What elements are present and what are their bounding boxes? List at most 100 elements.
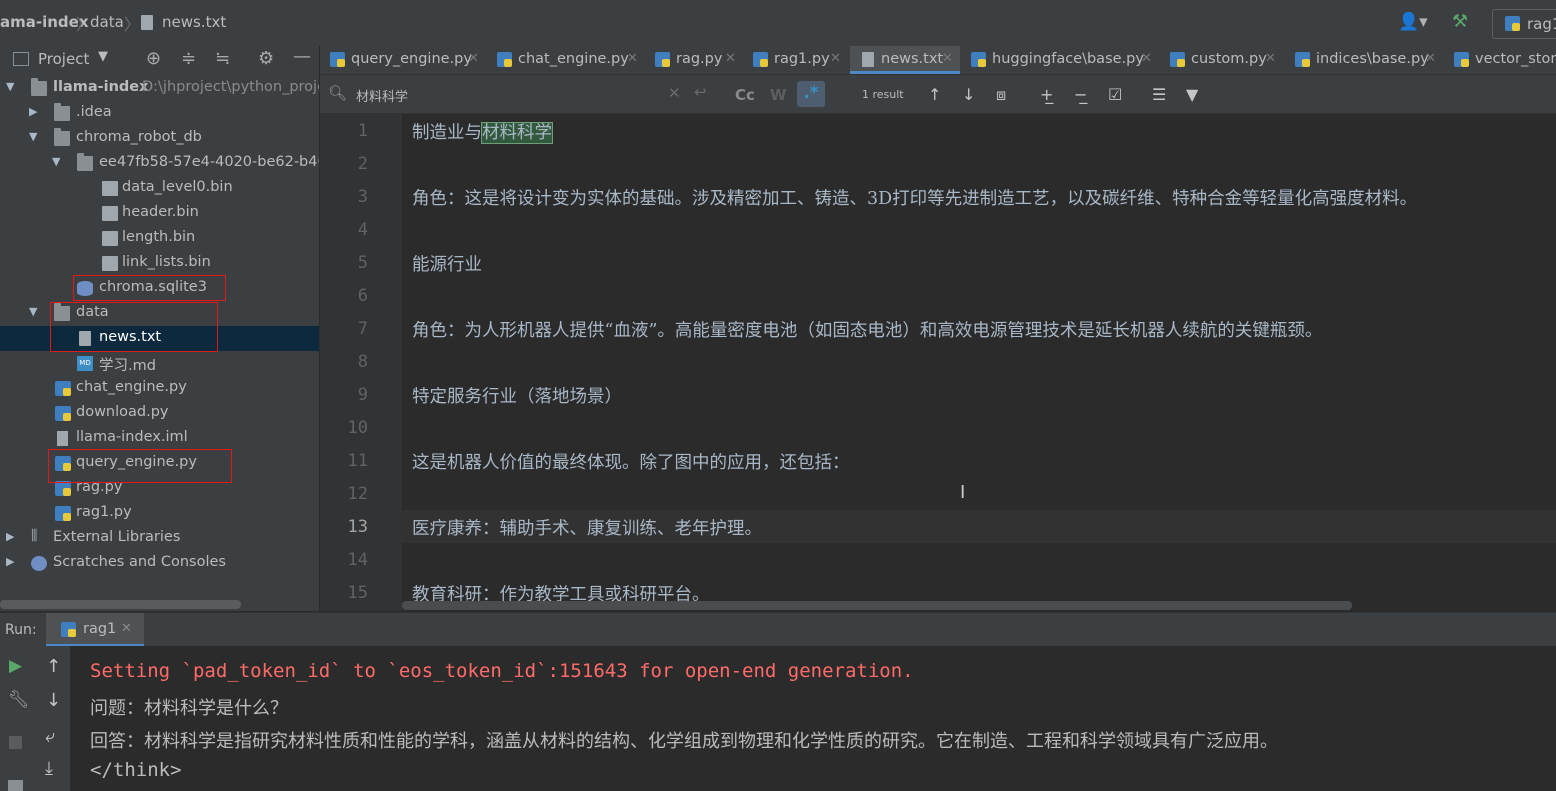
filter-options-icon[interactable]: ☰ [1152, 85, 1166, 104]
tree-item-rag1-py[interactable]: rag1.py [0, 501, 319, 526]
tab-label: custom.py [1191, 51, 1267, 67]
line-number: 15 [347, 583, 368, 603]
clear-search-icon[interactable]: ✕ [668, 84, 681, 102]
remove-occurrence-icon[interactable]: −̲ [1074, 85, 1087, 104]
tree-item-label: data_level0.bin [122, 179, 233, 195]
tab-vector-store[interactable]: vector_store [1444, 46, 1556, 74]
close-icon[interactable]: ✕ [830, 51, 841, 66]
chevron-right-icon[interactable]: ▶ [29, 105, 37, 118]
expand-all-icon[interactable]: ≑ [181, 48, 196, 69]
tab-rag1-py[interactable]: rag1.py ✕ [743, 46, 847, 74]
project-horizontal-scrollbar[interactable] [0, 600, 241, 609]
add-occurrence-icon[interactable]: +̲ [1040, 85, 1053, 104]
tree-item-data-level0-bin[interactable]: data_level0.bin [0, 176, 319, 201]
close-icon[interactable]: ✕ [468, 51, 479, 66]
tab-custom-py[interactable]: custom.py ✕ [1160, 46, 1280, 74]
next-occurrence-icon[interactable]: ↓ [962, 85, 975, 104]
scroll-down-icon[interactable]: ↓ [46, 690, 61, 711]
locate-target-icon[interactable]: ⊕ [146, 48, 161, 69]
hide-panel-icon[interactable]: — [293, 46, 311, 67]
tree-item-download-py[interactable]: download.py [0, 401, 319, 426]
python-icon [971, 52, 986, 67]
tree-item-link-lists-bin[interactable]: link_lists.bin [0, 251, 319, 276]
breadcrumb-folder[interactable]: data [90, 13, 124, 31]
close-icon[interactable]: ✕ [942, 51, 953, 66]
close-icon[interactable]: ✕ [627, 51, 638, 66]
rerun-icon[interactable]: ▶ [9, 656, 22, 676]
tab-huggingface-base-py[interactable]: huggingface\base.py ✕ [961, 46, 1156, 74]
close-icon[interactable]: ✕ [1265, 51, 1276, 66]
soft-wrap-icon[interactable]: ⤶ [45, 726, 55, 747]
chevron-down-icon[interactable]: ▼ [29, 305, 37, 318]
line-number: 13 [347, 517, 368, 537]
close-icon[interactable]: ✕ [725, 51, 736, 66]
tab-chat-engine-py[interactable]: chat_engine.py ✕ [487, 46, 643, 74]
editor-horizontal-scrollbar[interactable] [402, 601, 1352, 610]
wrench-icon[interactable]: 🔧︎ [8, 690, 30, 710]
chevron-right-icon[interactable]: ▶ [6, 530, 14, 543]
python-icon [1170, 52, 1185, 67]
close-icon[interactable]: ✕ [121, 621, 132, 636]
tree-item-header-bin[interactable]: header.bin [0, 201, 319, 226]
tree-item-scratches[interactable]: ▶ Scratches and Consoles [0, 551, 319, 576]
run-tab-rag1[interactable]: rag1 ✕ [46, 613, 144, 647]
filter-icon[interactable]: ▼ [1186, 85, 1198, 104]
tree-item-label: link_lists.bin [122, 254, 211, 270]
tree-item-external-libraries[interactable]: ▶ ⫼ External Libraries [0, 526, 319, 551]
select-all-matches-icon[interactable]: ☑ [1108, 85, 1122, 104]
tree-item-chroma-robot-db[interactable]: ▼ chroma_robot_db [0, 126, 319, 151]
account-icon[interactable]: 👤▾ [1398, 12, 1428, 32]
folder-icon [54, 128, 70, 146]
unknown-file-icon [102, 206, 118, 221]
layout-icon[interactable] [8, 780, 23, 791]
scroll-up-icon[interactable]: ↑ [46, 656, 61, 677]
tab-news-txt[interactable]: news.txt ✕ [850, 46, 960, 74]
tree-item-length-bin[interactable]: length.bin [0, 226, 319, 251]
scroll-to-end-icon[interactable]: ⤓ [45, 758, 53, 779]
close-icon[interactable]: ✕ [1425, 51, 1436, 66]
tree-item-study-md[interactable]: MD 学习.md [0, 351, 319, 376]
tree-item-chat-engine-py[interactable]: chat_engine.py [0, 376, 319, 401]
tab-label: news.txt [881, 51, 944, 67]
module-file-icon [57, 431, 68, 446]
python-icon [1505, 16, 1520, 31]
new-line-icon[interactable]: ↩ [694, 83, 707, 101]
run-console-output[interactable]: Setting `pad_token_id` to `eos_token_id`… [70, 646, 1556, 791]
console-line: Setting `pad_token_id` to `eos_token_id`… [90, 660, 914, 682]
gear-icon[interactable]: ⚙ [258, 48, 274, 69]
chevron-down-icon[interactable]: ▼ [6, 80, 14, 93]
unknown-file-icon [102, 256, 118, 271]
python-icon [61, 622, 76, 637]
project-panel-title[interactable]: Project [38, 50, 89, 68]
tree-item-llama-index[interactable]: ▼ llama-index D:\jhproject\python_proje [0, 76, 319, 101]
close-icon[interactable]: ✕ [1141, 51, 1152, 66]
chevron-down-icon[interactable]: ▼ [29, 130, 37, 143]
tab-rag-py[interactable]: rag.py ✕ [645, 46, 740, 74]
result-count: 1 result [862, 88, 904, 101]
line-text: 制造业与 [412, 123, 482, 143]
tree-item-uuid-folder[interactable]: ▼ ee47fb58-57e4-4020-be62-b46a6 [0, 151, 319, 176]
previous-occurrence-icon[interactable]: ↑ [928, 85, 941, 104]
chevron-down-icon[interactable]: ▼ [52, 155, 60, 168]
tree-item-llama-index-iml[interactable]: llama-index.iml [0, 426, 319, 451]
whole-words-toggle[interactable]: W [770, 86, 787, 104]
chevron-down-icon[interactable]: ▼ [98, 49, 108, 64]
build-hammer-icon[interactable]: ⚒ [1452, 11, 1468, 32]
tab-indices-base-py[interactable]: indices\base.py ✕ [1285, 46, 1440, 74]
breadcrumb-file[interactable]: news.txt [162, 13, 226, 31]
tree-item-idea[interactable]: ▶ .idea [0, 101, 319, 126]
text-editor[interactable]: 制造业与材料科学 角色：这是将设计变为实体的基础。涉及精密加工、铸造、3D打印等… [402, 114, 1556, 611]
python-icon [1295, 52, 1310, 67]
chevron-right-icon[interactable]: ▶ [6, 555, 14, 568]
match-case-toggle[interactable]: Cc [735, 86, 755, 104]
tab-query-engine-py[interactable]: query_engine.py ✕ [320, 46, 486, 74]
search-input[interactable]: 材料科学 [356, 86, 408, 105]
tree-item-label: Scratches and Consoles [53, 554, 226, 570]
stop-icon[interactable] [9, 736, 22, 749]
tab-label: huggingface\base.py [992, 51, 1144, 67]
collapse-all-icon[interactable]: ≒ [215, 48, 230, 69]
run-config-selector[interactable]: rag1 [1492, 9, 1556, 39]
project-panel-header: Project ▼ ⊕ ≑ ≒ ⚙ — [0, 46, 319, 74]
regex-toggle[interactable]: .* [797, 81, 825, 107]
select-all-occurrences-icon[interactable]: ⧈ [996, 85, 1006, 105]
